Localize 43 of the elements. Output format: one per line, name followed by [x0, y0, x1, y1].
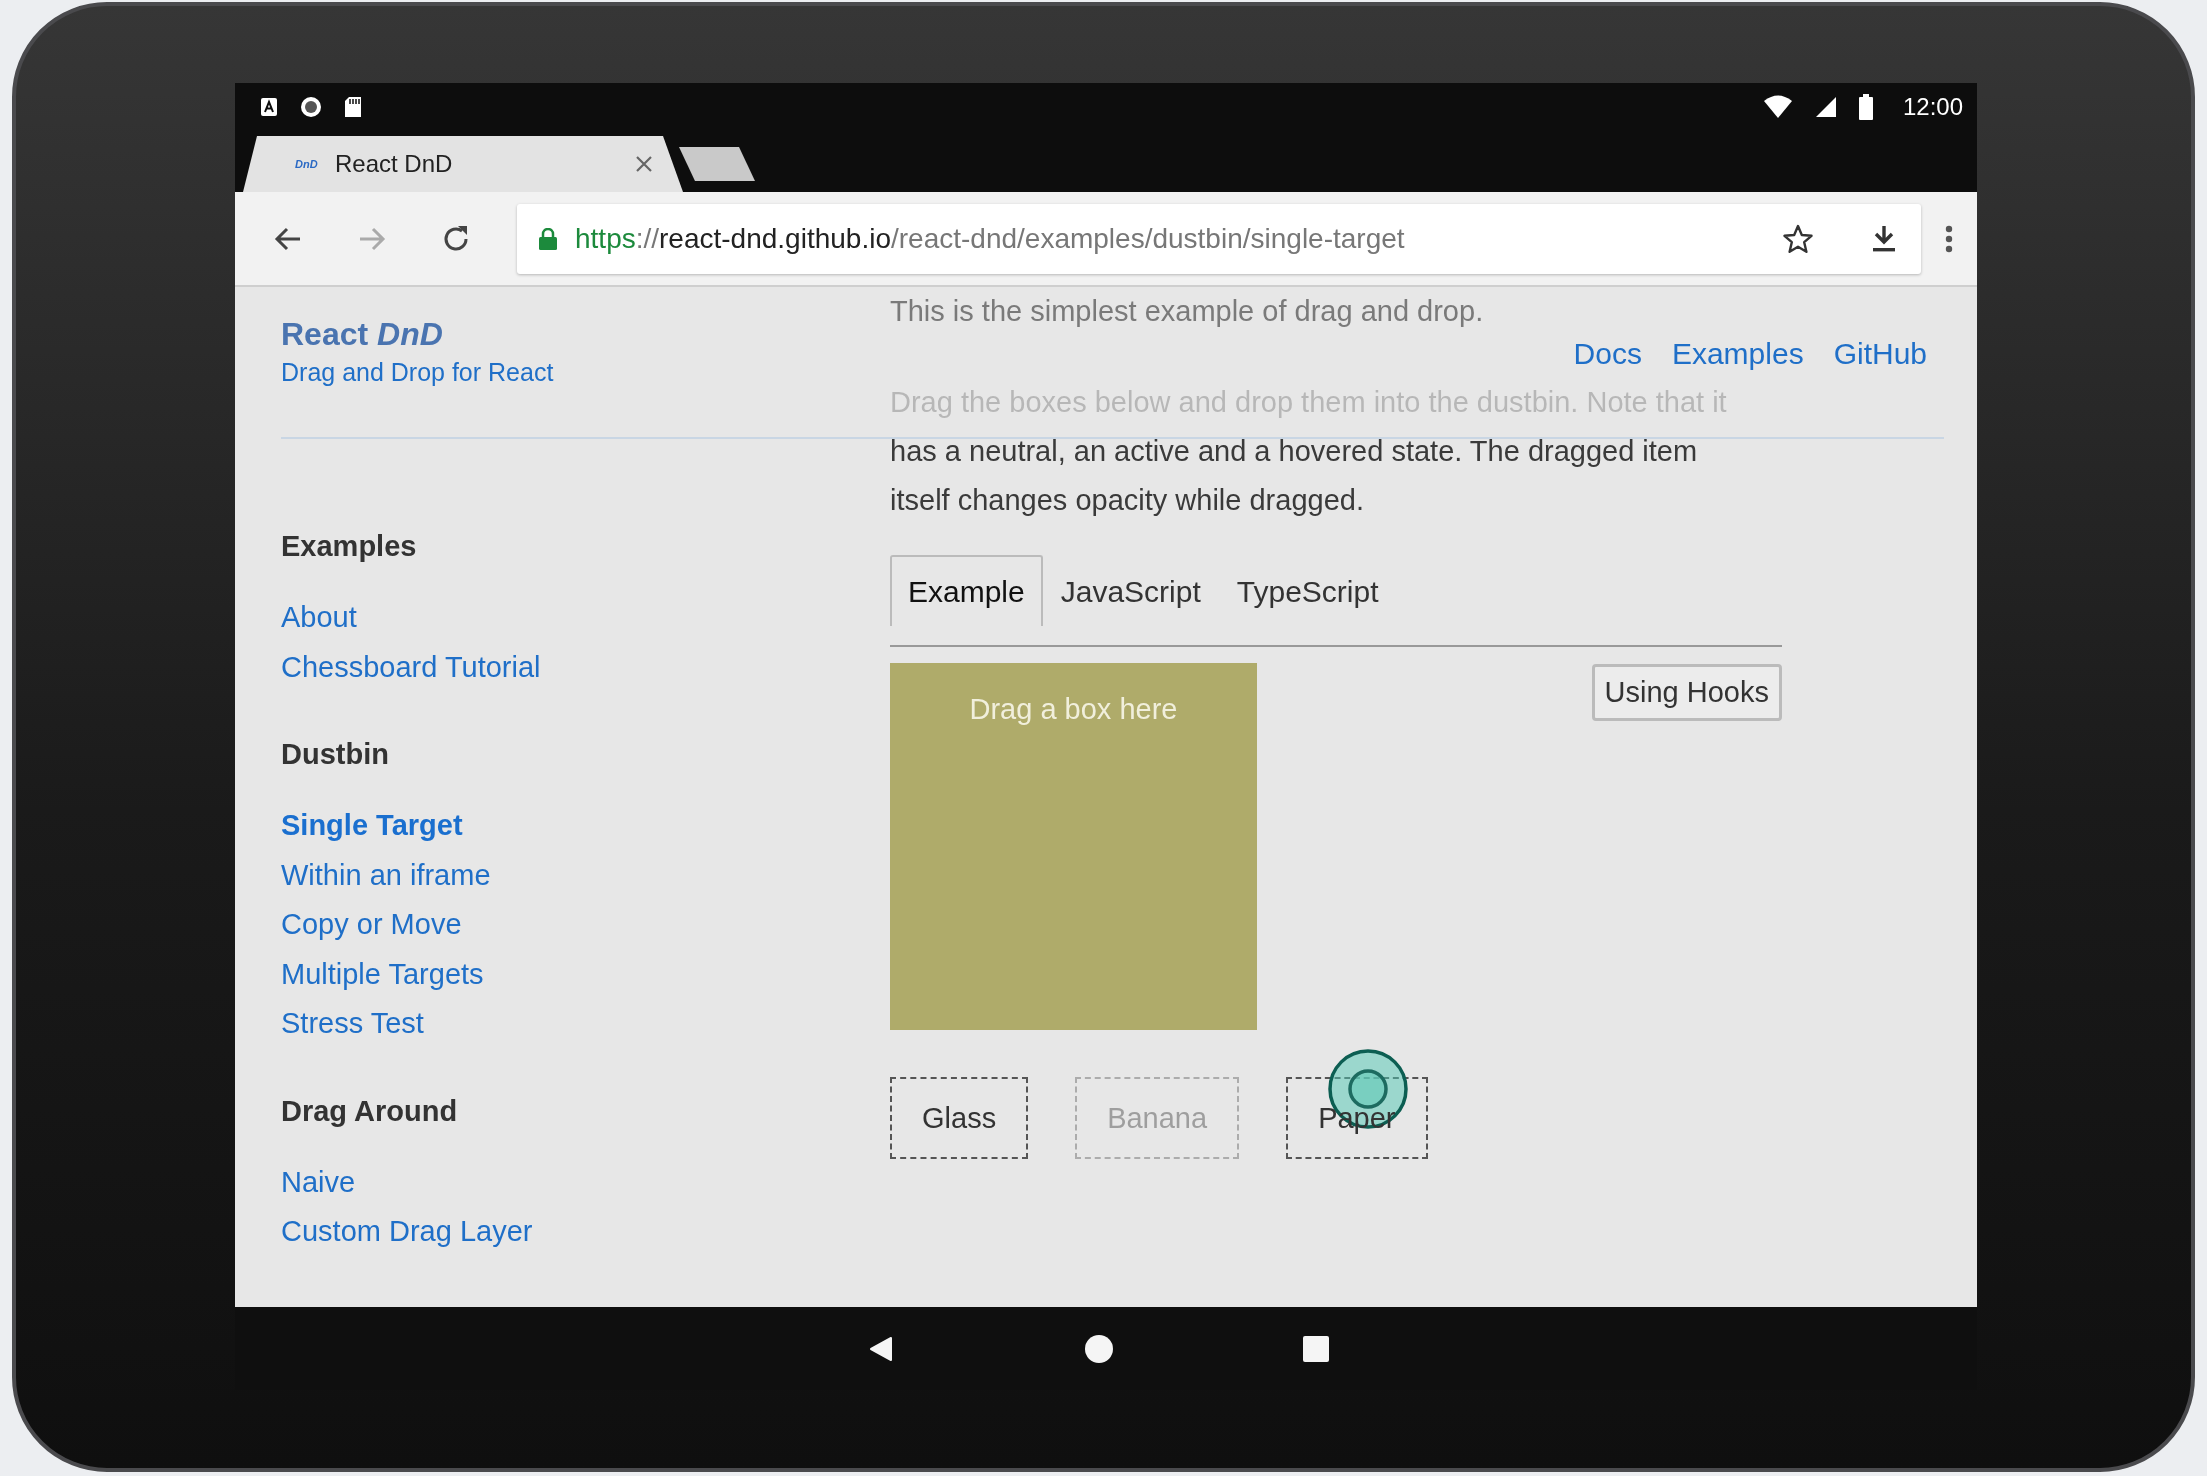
nav-link[interactable]: Examples	[1671, 337, 1804, 371]
code-tab[interactable]: JavaScript	[1042, 555, 1219, 626]
sidebar-link[interactable]: Naive	[281, 1157, 890, 1207]
nav-link[interactable]: Docs	[1573, 337, 1642, 371]
sidebar-link[interactable]: Within an iframe	[281, 850, 890, 900]
sidebar-link[interactable]: About	[281, 593, 890, 643]
circle-icon	[300, 95, 322, 118]
using-hooks-button[interactable]: Using Hooks	[1591, 664, 1782, 721]
lock-icon	[539, 227, 557, 250]
draggable-box[interactable]: Glass	[890, 1077, 1029, 1159]
back-icon[interactable]	[867, 1334, 895, 1363]
notification-a-icon	[260, 96, 278, 117]
home-icon[interactable]	[1085, 1334, 1113, 1363]
draggable-box[interactable]: Banana	[1075, 1077, 1240, 1159]
browser-tab[interactable]: DnD React DnD	[243, 136, 683, 192]
section-heading: Drag Around	[281, 1093, 459, 1129]
more-menu-icon[interactable]	[1945, 224, 1953, 253]
address-field[interactable]: https://react-dnd.github.io/react-dnd/examples/dustbin/single-target	[517, 203, 1921, 274]
sidebar-link[interactable]: Copy or Move	[281, 900, 890, 950]
close-icon[interactable]	[635, 155, 653, 173]
section-heading: Examples	[281, 529, 418, 564]
sidebar-link[interactable]: Chessboard Tutorial	[281, 642, 890, 692]
new-tab-button[interactable]	[679, 147, 755, 181]
star-icon[interactable]	[1783, 223, 1813, 254]
clock-time: 12:00	[1902, 92, 1963, 121]
favicon: DnD	[295, 158, 317, 170]
sidebar-link[interactable]: Stress Test	[281, 999, 890, 1049]
site-title[interactable]: React DnD	[281, 313, 554, 355]
sidebar-link[interactable]: Custom Drag Layer	[281, 1207, 890, 1257]
dustbin-drop-area[interactable]: Drag a box here	[890, 663, 1257, 1030]
section-heading: Dustbin	[281, 737, 390, 772]
intro-text: This is the simplest example of drag and drop.	[890, 294, 1485, 329]
signal-icon	[1814, 95, 1837, 118]
sd-card-icon	[344, 95, 362, 118]
wifi-icon	[1762, 94, 1793, 119]
nav-link[interactable]: GitHub	[1833, 337, 1927, 371]
code-tab[interactable]: TypeScript	[1218, 555, 1397, 626]
site-tagline[interactable]: Drag and Drop for React	[281, 355, 554, 389]
sidebar-link[interactable]: Multiple Targets	[281, 949, 890, 999]
code-tab[interactable]: Example	[890, 555, 1043, 626]
sidebar-link[interactable]: Single Target	[281, 801, 890, 851]
recents-icon[interactable]	[1303, 1335, 1329, 1362]
battery-icon	[1858, 93, 1873, 120]
